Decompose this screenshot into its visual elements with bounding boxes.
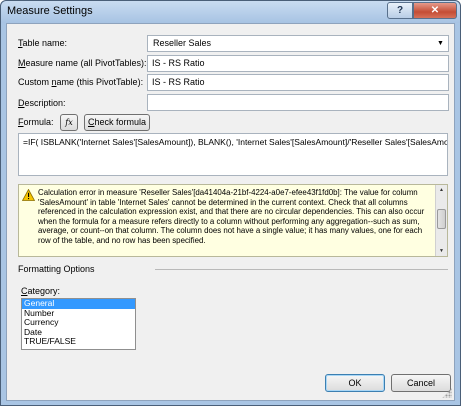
custom-name-label: Custom name (this PivotTable): — [18, 77, 144, 87]
dialog-title: Measure Settings — [7, 5, 93, 17]
warning-icon — [22, 189, 35, 201]
error-message-box: Calculation error in measure 'Reseller S… — [18, 184, 448, 257]
scroll-up-icon[interactable]: ▲ — [436, 185, 447, 195]
help-icon: ? — [396, 5, 404, 16]
title-bar[interactable]: Measure Settings ? ✕ — [1, 1, 460, 23]
fx-icon: fx — [65, 118, 73, 127]
check-formula-button[interactable]: Check formula — [84, 114, 150, 131]
measure-settings-dialog: Measure Settings ? ✕ Table name: Reselle… — [0, 0, 461, 406]
close-button[interactable]: ✕ — [413, 2, 457, 19]
measure-name-input[interactable]: IS - RS Ratio — [147, 55, 449, 72]
insert-function-button[interactable]: fx — [60, 114, 78, 131]
scroll-down-icon[interactable]: ▼ — [436, 246, 447, 256]
description-input[interactable] — [147, 94, 449, 111]
table-name-value: Reseller Sales — [153, 38, 212, 48]
description-label: Description: — [18, 98, 66, 108]
category-label: Category: — [21, 286, 61, 296]
help-button[interactable]: ? — [387, 2, 413, 19]
group-divider — [155, 269, 448, 270]
ok-button[interactable]: OK — [325, 374, 385, 392]
formula-editor[interactable]: =IF( ISBLANK('Internet Sales'[SalesAmoun… — [18, 133, 448, 176]
category-item[interactable]: TRUE/FALSE — [22, 336, 135, 347]
measure-name-label: Measure name (all PivotTables): — [18, 58, 147, 68]
table-name-label: Table name: — [18, 38, 68, 48]
error-message-text: Calculation error in measure 'Reseller S… — [38, 188, 425, 245]
category-listbox[interactable]: General Number Currency Date TRUE/FALSE — [21, 298, 136, 350]
table-name-dropdown[interactable]: Reseller Sales ▼ — [147, 35, 449, 52]
dialog-body: Table name: Reseller Sales ▼ Measure nam… — [6, 23, 455, 401]
chevron-down-icon[interactable]: ▼ — [433, 36, 448, 51]
formatting-options-heading: Formatting Options — [18, 264, 95, 274]
cancel-button[interactable]: Cancel — [391, 374, 451, 392]
scrollbar-thumb[interactable] — [437, 209, 446, 229]
close-icon: ✕ — [430, 5, 440, 16]
custom-name-input[interactable]: IS - RS Ratio — [147, 74, 449, 91]
formula-label: Formula: — [18, 117, 54, 127]
error-scrollbar[interactable]: ▲ ▼ — [435, 185, 447, 256]
